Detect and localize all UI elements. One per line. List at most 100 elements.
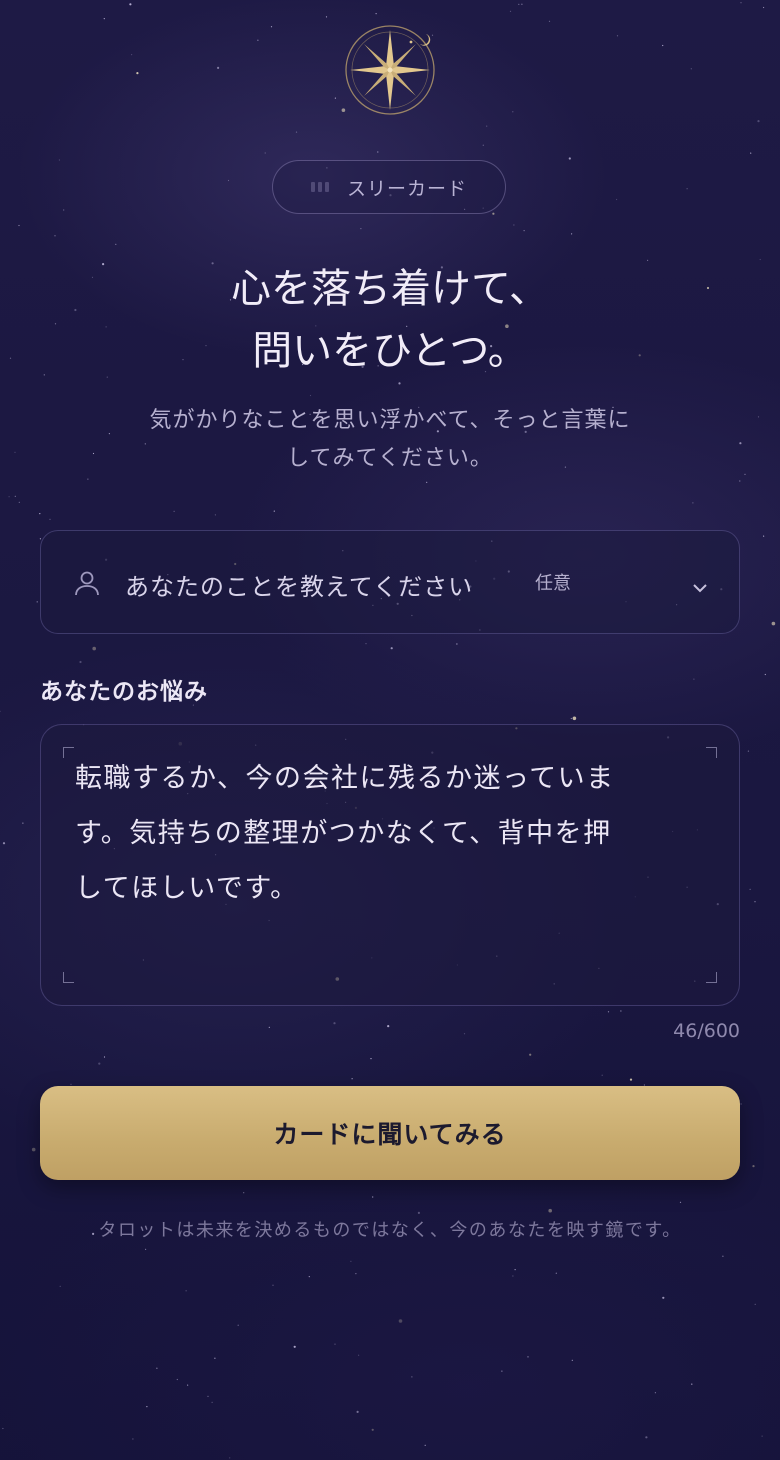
star — [293, 1345, 296, 1348]
star — [350, 1260, 352, 1262]
star — [356, 1410, 359, 1413]
star — [424, 1444, 426, 1446]
star — [22, 822, 24, 824]
star — [370, 1058, 372, 1060]
star — [79, 660, 82, 664]
star — [548, 1208, 552, 1213]
star — [371, 1428, 374, 1431]
corner-mark — [63, 747, 74, 758]
footer-note: タロットは未来を決めるものではなく、今のあなたを映す鏡です。 — [98, 1220, 682, 1241]
star — [572, 716, 577, 721]
star — [377, 151, 379, 153]
star — [270, 26, 273, 28]
star — [749, 888, 751, 891]
star — [365, 643, 367, 645]
star — [763, 6, 765, 9]
star — [49, 518, 51, 520]
concern-text-line-1: 転職するか、今の会社に残るか迷っていま — [75, 763, 615, 794]
star — [187, 1384, 189, 1386]
corner-mark — [63, 972, 74, 983]
star — [156, 1367, 158, 1369]
star — [237, 1324, 239, 1326]
compass-star-emblem-icon — [345, 25, 435, 115]
star — [486, 125, 488, 127]
spread-mode-pill[interactable]: スリーカード — [272, 160, 506, 214]
star — [398, 1319, 403, 1323]
star — [750, 152, 752, 154]
star — [390, 647, 393, 650]
star — [571, 1359, 573, 1361]
star — [620, 1010, 622, 1012]
ask-cards-button[interactable]: カードに聞いてみる — [40, 1086, 740, 1180]
star — [523, 230, 525, 232]
star — [757, 416, 760, 418]
star — [131, 54, 133, 56]
star — [492, 212, 495, 215]
star — [132, 1438, 134, 1440]
subtext-line-2: してみてください。 — [287, 446, 493, 471]
star — [752, 1165, 755, 1168]
star — [295, 131, 298, 133]
star — [527, 1356, 529, 1358]
profile-label: あなたのことを教えてください — [125, 573, 474, 601]
concern-textarea[interactable]: 転職するか、今の会社に残るか迷っていま す。気持ちの整理がつかなくて、背中を押 … — [40, 724, 740, 1006]
headline: 心を落ち着けて、 問いをひとつ。 — [0, 258, 780, 382]
character-counter: 46/600 — [673, 1020, 740, 1042]
star — [92, 646, 96, 651]
star — [243, 1192, 245, 1194]
profile-accordion[interactable]: あなたのことを教えてください 任意 — [40, 530, 740, 634]
concern-label: あなたのお悩み — [40, 679, 208, 705]
star — [690, 68, 692, 70]
star — [645, 1436, 648, 1439]
star — [693, 678, 695, 680]
star — [411, 1376, 413, 1378]
star — [355, 1273, 357, 1275]
star — [739, 442, 742, 445]
star — [764, 673, 766, 676]
star — [18, 501, 20, 503]
star — [39, 513, 41, 515]
concern-text[interactable]: 転職するか、今の会社に残るか迷っていま す。気持ちの整理がつかなくて、背中を押 … — [75, 751, 707, 916]
star — [601, 1074, 603, 1076]
star — [358, 1354, 360, 1356]
ask-cards-button-label: カードに聞いてみる — [273, 1120, 507, 1149]
star — [272, 1284, 274, 1286]
star — [513, 224, 515, 226]
concern-text-line-2: す。気持ちの整理がつかなくて、背中を押 — [75, 818, 612, 849]
star — [54, 235, 56, 237]
optional-badge: 任意 — [535, 573, 571, 594]
star — [173, 510, 175, 512]
star — [264, 152, 266, 154]
star — [360, 228, 362, 230]
star — [616, 198, 618, 201]
star — [548, 20, 551, 22]
star — [8, 496, 10, 498]
star — [426, 481, 428, 483]
star — [754, 1303, 756, 1305]
star — [98, 1062, 101, 1065]
star — [692, 502, 694, 504]
star — [740, 2, 742, 4]
star — [568, 157, 571, 160]
star — [145, 1248, 147, 1250]
star — [740, 1103, 742, 1105]
star — [227, 179, 230, 182]
star — [398, 382, 401, 385]
star — [334, 97, 336, 99]
subtext: 気がかりなことを思い浮かべて、そっと言葉に してみてください。 — [100, 402, 680, 478]
star — [257, 39, 259, 41]
star — [268, 1026, 270, 1028]
chevron-down-icon[interactable] — [691, 581, 709, 595]
corner-mark — [706, 972, 717, 983]
star — [308, 1276, 310, 1278]
star — [333, 1022, 336, 1025]
star — [129, 3, 132, 6]
star — [607, 1011, 610, 1013]
star — [571, 233, 573, 235]
star — [763, 535, 765, 537]
star — [63, 209, 65, 211]
star — [629, 1078, 633, 1081]
star — [529, 1053, 532, 1056]
subtext-line-1: 気がかりなことを思い浮かべて、そっと言葉に — [149, 408, 631, 433]
star — [739, 480, 741, 482]
